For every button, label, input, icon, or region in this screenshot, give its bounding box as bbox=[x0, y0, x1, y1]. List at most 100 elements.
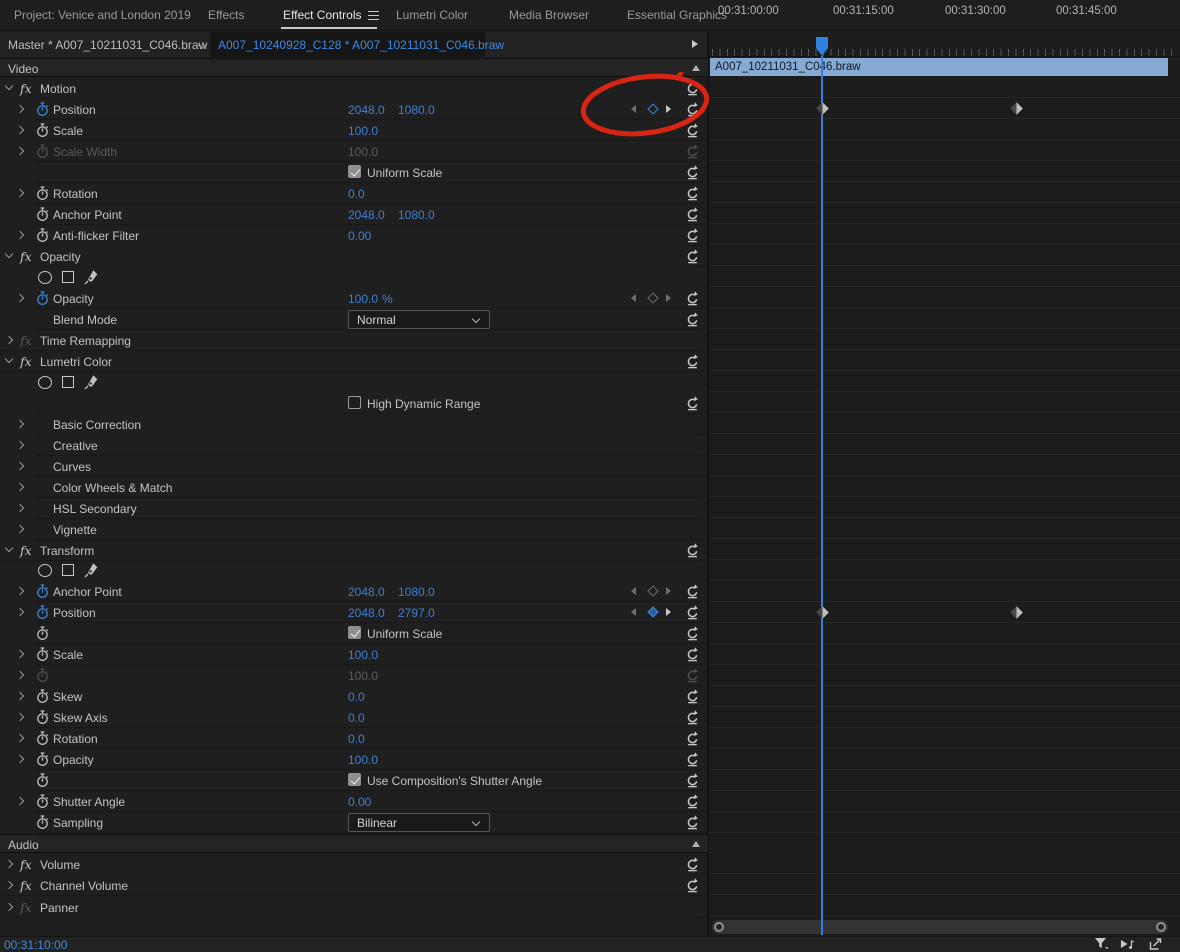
stopwatch-icon[interactable] bbox=[36, 228, 49, 243]
twirl-open-icon[interactable] bbox=[4, 83, 14, 93]
prev-keyframe-icon[interactable] bbox=[631, 105, 636, 113]
ellipse-mask-icon[interactable] bbox=[38, 564, 52, 577]
twirl-closed-icon[interactable] bbox=[15, 691, 25, 701]
tab-project[interactable]: Project: Venice and London 2019 bbox=[14, 8, 191, 22]
twirl-closed-icon[interactable] bbox=[15, 482, 25, 492]
rect-mask-icon[interactable] bbox=[62, 376, 74, 388]
stopwatch-icon[interactable] bbox=[36, 102, 49, 117]
add-keyframe-icon[interactable] bbox=[647, 103, 659, 115]
param-value-x[interactable]: 2048.0 bbox=[348, 606, 385, 620]
blend-mode-dropdown[interactable]: Normal bbox=[348, 310, 490, 329]
fx-badge-icon[interactable]: fx bbox=[20, 249, 34, 264]
chevron-down-icon[interactable] bbox=[199, 42, 206, 49]
pen-mask-icon[interactable] bbox=[84, 269, 99, 285]
reset-icon[interactable] bbox=[685, 710, 700, 725]
reset-icon[interactable] bbox=[685, 228, 700, 243]
stopwatch-icon[interactable] bbox=[36, 689, 49, 704]
breadcrumb-forward-icon[interactable] bbox=[692, 40, 698, 48]
next-keyframe-icon[interactable] bbox=[666, 105, 671, 113]
reset-icon[interactable] bbox=[685, 857, 700, 872]
prev-keyframe-icon[interactable] bbox=[631, 294, 636, 302]
stopwatch-icon[interactable] bbox=[36, 773, 49, 788]
row-transform-uniform-scale[interactable]: Uniform Scale bbox=[0, 623, 708, 644]
twirl-closed-icon[interactable] bbox=[15, 586, 25, 596]
row-transform-opacity[interactable]: Opacity 100.0 bbox=[0, 749, 708, 770]
reset-icon[interactable] bbox=[685, 815, 700, 830]
twirl-closed-icon[interactable] bbox=[4, 335, 14, 345]
sampling-dropdown[interactable]: Bilinear bbox=[348, 813, 490, 832]
row-channel-volume[interactable]: fx Channel Volume bbox=[0, 875, 708, 896]
row-lumetri-color-wheels[interactable]: Color Wheels & Match bbox=[0, 477, 708, 498]
stopwatch-icon[interactable] bbox=[36, 605, 49, 620]
ellipse-mask-icon[interactable] bbox=[38, 376, 52, 389]
tab-effect-controls[interactable]: Effect Controls bbox=[283, 8, 361, 22]
row-opacity-opacity[interactable]: Opacity 100.0 % bbox=[0, 288, 708, 309]
reset-icon[interactable] bbox=[685, 752, 700, 767]
twirl-closed-icon[interactable] bbox=[15, 754, 25, 764]
param-value[interactable]: 0.0 bbox=[348, 690, 365, 704]
row-transform-rotation[interactable]: Rotation 0.0 bbox=[0, 728, 708, 749]
fx-badge-icon[interactable]: fx bbox=[20, 878, 34, 893]
add-keyframe-icon[interactable] bbox=[647, 606, 659, 618]
row-transform-skew-axis[interactable]: Skew Axis 0.0 bbox=[0, 707, 708, 728]
param-value[interactable]: 100.0 bbox=[348, 648, 378, 662]
row-transform-position[interactable]: Position 2048.0 2797.0 bbox=[0, 602, 708, 623]
row-lumetri-basic-correction[interactable]: Basic Correction bbox=[0, 414, 708, 435]
twirl-open-icon[interactable] bbox=[4, 545, 14, 555]
reset-icon[interactable] bbox=[685, 773, 700, 788]
export-icon[interactable] bbox=[1148, 937, 1163, 951]
twirl-open-icon[interactable] bbox=[4, 251, 14, 261]
reset-icon[interactable] bbox=[685, 396, 700, 411]
twirl-closed-icon[interactable] bbox=[15, 230, 25, 240]
param-value[interactable]: 0.0 bbox=[348, 187, 365, 201]
breadcrumb-master[interactable]: Master * A007_10211031_C046.braw bbox=[8, 38, 207, 52]
twirl-closed-icon[interactable] bbox=[15, 524, 25, 534]
stopwatch-icon[interactable] bbox=[36, 794, 49, 809]
stopwatch-icon[interactable] bbox=[36, 123, 49, 138]
twirl-closed-icon[interactable] bbox=[15, 188, 25, 198]
row-motion-anchor-point[interactable]: Anchor Point 2048.0 1080.0 bbox=[0, 204, 708, 225]
row-transform-header[interactable]: fx Transform bbox=[0, 540, 708, 561]
param-value-x[interactable]: 2048.0 bbox=[348, 585, 385, 599]
reset-icon[interactable] bbox=[685, 731, 700, 746]
param-value[interactable]: 100.0 bbox=[348, 753, 378, 767]
twirl-open-icon[interactable] bbox=[4, 356, 14, 366]
stopwatch-icon[interactable] bbox=[36, 186, 49, 201]
uniform-scale-checkbox[interactable] bbox=[348, 165, 361, 178]
reset-icon[interactable] bbox=[685, 647, 700, 662]
playhead-line[interactable] bbox=[821, 56, 823, 935]
reset-icon[interactable] bbox=[685, 249, 700, 264]
reset-icon[interactable] bbox=[685, 291, 700, 306]
timeline-zoom-scrollbar[interactable] bbox=[712, 920, 1168, 934]
row-volume[interactable]: fx Volume bbox=[0, 854, 708, 875]
add-keyframe-icon[interactable] bbox=[647, 585, 659, 597]
stopwatch-icon[interactable] bbox=[36, 647, 49, 662]
next-keyframe-icon[interactable] bbox=[666, 294, 671, 302]
reset-icon[interactable] bbox=[685, 689, 700, 704]
prev-keyframe-icon[interactable] bbox=[631, 608, 636, 616]
stopwatch-icon[interactable] bbox=[36, 731, 49, 746]
fx-badge-icon[interactable]: fx bbox=[20, 354, 34, 369]
row-blend-mode[interactable]: Blend Mode Normal bbox=[0, 309, 708, 330]
stopwatch-icon[interactable] bbox=[36, 291, 49, 306]
zoom-handle-left[interactable] bbox=[714, 922, 724, 932]
twirl-closed-icon[interactable] bbox=[4, 859, 14, 869]
row-panner[interactable]: fx Panner bbox=[0, 897, 708, 918]
twirl-closed-icon[interactable] bbox=[15, 733, 25, 743]
param-value-y[interactable]: 1080.0 bbox=[398, 585, 435, 599]
row-motion-position[interactable]: Position 2048.0 1080.0 bbox=[0, 99, 708, 120]
next-keyframe-icon[interactable] bbox=[666, 608, 671, 616]
twirl-closed-icon[interactable] bbox=[15, 607, 25, 617]
reset-icon[interactable] bbox=[685, 186, 700, 201]
prev-keyframe-icon[interactable] bbox=[631, 587, 636, 595]
row-transform-shutter-angle[interactable]: Shutter Angle 0.00 bbox=[0, 791, 708, 812]
collapse-section-icon[interactable] bbox=[692, 841, 700, 847]
reset-icon[interactable] bbox=[685, 123, 700, 138]
twirl-closed-icon[interactable] bbox=[15, 503, 25, 513]
stopwatch-icon[interactable] bbox=[36, 584, 49, 599]
param-value[interactable]: 0.0 bbox=[348, 732, 365, 746]
row-transform-skew[interactable]: Skew 0.0 bbox=[0, 686, 708, 707]
ellipse-mask-icon[interactable] bbox=[38, 271, 52, 284]
twirl-closed-icon[interactable] bbox=[15, 670, 25, 680]
param-value-x[interactable]: 2048.0 bbox=[348, 103, 385, 117]
